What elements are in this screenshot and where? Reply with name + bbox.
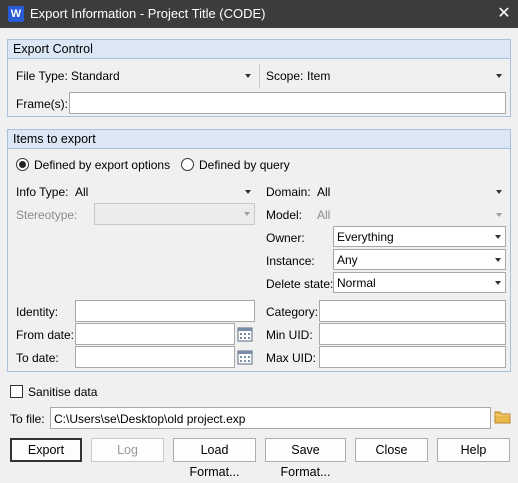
instance-label: Instance: <box>266 254 315 268</box>
stereotype-label: Stereotype: <box>16 208 78 222</box>
instance-value: Any <box>337 253 358 267</box>
frames-input[interactable] <box>69 92 506 114</box>
stereotype-dropdown[interactable] <box>94 203 255 225</box>
help-button[interactable]: Help <box>437 438 510 462</box>
chevron-down-icon <box>495 235 501 239</box>
close-button[interactable]: Close <box>355 438 428 462</box>
file-type-dropdown[interactable]: Standard <box>71 67 255 85</box>
radio-label-query[interactable]: Defined by query <box>199 157 290 173</box>
chevron-down-icon <box>496 74 502 78</box>
model-value: All <box>317 208 331 222</box>
from-date-label: From date: <box>16 328 75 342</box>
owner-label: Owner: <box>266 231 305 245</box>
radio-defined-by-export-options[interactable] <box>16 158 29 171</box>
chevron-down-icon <box>496 213 502 217</box>
max-uid-input[interactable] <box>319 346 506 368</box>
sanitise-data-label[interactable]: Sanitise data <box>28 384 97 400</box>
sanitise-data-checkbox[interactable] <box>10 385 23 398</box>
title-bar: W Export Information - Project Title (CO… <box>0 0 518 28</box>
to-date-input[interactable] <box>75 346 235 368</box>
scope-dropdown[interactable]: Item <box>307 67 505 85</box>
from-date-input[interactable] <box>75 323 235 345</box>
radio-defined-by-query[interactable] <box>181 158 194 171</box>
folder-icon[interactable] <box>494 409 511 424</box>
owner-value: Everything <box>337 230 394 244</box>
save-format-button[interactable]: Save Format... <box>265 438 346 479</box>
window-title: Export Information - Project Title (CODE… <box>30 6 266 21</box>
to-date-label: To date: <box>16 351 59 365</box>
identity-input[interactable] <box>75 300 255 322</box>
domain-value: All <box>317 185 331 199</box>
owner-dropdown[interactable]: Everything <box>333 226 506 247</box>
radio-dot <box>19 161 26 168</box>
calendar-icon[interactable] <box>237 326 253 342</box>
to-file-label: To file: <box>10 412 45 426</box>
scope-value: Item <box>307 69 331 83</box>
info-type-value: All <box>75 185 89 199</box>
chevron-down-icon <box>245 74 251 78</box>
file-type-label: File Type: <box>16 69 68 83</box>
info-type-label: Info Type: <box>16 185 69 199</box>
domain-dropdown[interactable]: All <box>317 183 505 201</box>
calendar-icon[interactable] <box>237 349 253 365</box>
delete-state-dropdown[interactable]: Normal <box>333 272 506 293</box>
chevron-down-icon <box>244 212 250 216</box>
window-close-button[interactable]: ✕ <box>494 4 514 24</box>
divider <box>259 64 260 88</box>
chevron-down-icon <box>496 190 502 194</box>
to-file-input[interactable]: C:\Users\se\Desktop\old project.exp <box>50 407 491 429</box>
identity-label: Identity: <box>16 305 59 319</box>
category-label: Category: <box>266 305 319 319</box>
model-dropdown[interactable]: All <box>317 206 505 224</box>
export-button[interactable]: Export <box>10 438 82 462</box>
frames-label: Frame(s): <box>16 97 68 111</box>
delete-state-label: Delete state: <box>266 277 334 291</box>
radio-label-export-options[interactable]: Defined by export options <box>34 157 170 173</box>
info-type-dropdown[interactable]: All <box>75 183 255 201</box>
app-icon: W <box>8 6 24 22</box>
items-to-export-header: Items to export <box>8 130 510 149</box>
domain-label: Domain: <box>266 185 311 199</box>
chevron-down-icon <box>495 281 501 285</box>
to-file-value: C:\Users\se\Desktop\old project.exp <box>54 412 246 426</box>
file-type-value: Standard <box>71 69 120 83</box>
load-format-button[interactable]: Load Format... <box>173 438 256 479</box>
max-uid-label: Max UID: <box>266 351 317 365</box>
delete-state-value: Normal <box>337 276 376 290</box>
scope-label: Scope: <box>266 69 304 83</box>
instance-dropdown[interactable]: Any <box>333 249 506 270</box>
min-uid-label: Min UID: <box>266 328 313 342</box>
model-label: Model: <box>266 208 303 222</box>
chevron-down-icon <box>495 258 501 262</box>
chevron-down-icon <box>245 190 251 194</box>
export-control-header: Export Control <box>8 40 510 59</box>
log-button[interactable]: Log <box>91 438 164 462</box>
category-input[interactable] <box>319 300 506 322</box>
min-uid-input[interactable] <box>319 323 506 345</box>
